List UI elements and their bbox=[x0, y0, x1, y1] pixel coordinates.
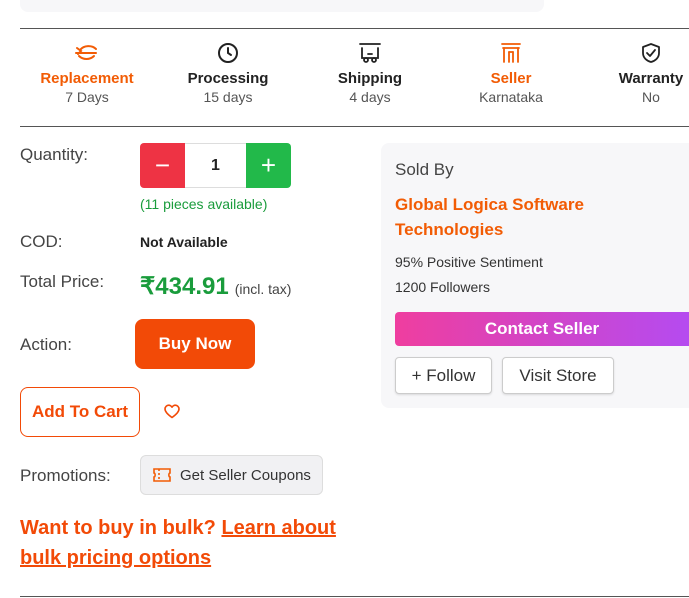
feature-title: Shipping bbox=[337, 70, 403, 87]
seller-followers: 1200 Followers bbox=[395, 279, 490, 295]
coupon-button-label: Get Seller Coupons bbox=[180, 466, 311, 484]
feature-strip: Replacement 7 Days Processing 15 days Sh… bbox=[20, 40, 689, 120]
feature-replacement: Replacement 7 Days bbox=[17, 40, 157, 105]
add-to-cart-button[interactable]: Add To Cart bbox=[20, 387, 140, 437]
increase-quantity-button[interactable]: + bbox=[246, 143, 291, 188]
heart-icon[interactable] bbox=[163, 402, 181, 420]
sold-by-label: Sold By bbox=[395, 160, 454, 179]
decrease-quantity-button[interactable]: − bbox=[140, 143, 185, 188]
cod-label: COD: bbox=[20, 232, 63, 251]
divider-bottom bbox=[20, 596, 689, 597]
feature-subtitle: 7 Days bbox=[65, 89, 109, 105]
top-panel-edge bbox=[20, 0, 544, 12]
feature-title: Processing bbox=[187, 70, 269, 87]
bulk-prefix: Want to buy in bulk? bbox=[20, 517, 222, 539]
ticket-icon bbox=[153, 468, 171, 482]
tax-note: (incl. tax) bbox=[234, 281, 292, 297]
contact-seller-button[interactable]: Contact Seller bbox=[395, 312, 689, 346]
feature-subtitle: 4 days bbox=[349, 89, 391, 105]
quantity-stepper: − 1 + bbox=[140, 143, 291, 188]
buy-now-button[interactable]: Buy Now bbox=[135, 319, 255, 369]
replacement-icon bbox=[17, 40, 157, 66]
divider-top bbox=[20, 28, 689, 29]
feature-subtitle: Karnataka bbox=[479, 89, 543, 105]
price-amount: ₹434.91 bbox=[140, 273, 229, 300]
feature-warranty: Warranty No bbox=[581, 40, 689, 105]
store-icon bbox=[441, 40, 581, 66]
shield-check-icon bbox=[581, 40, 689, 66]
truck-icon bbox=[300, 40, 440, 66]
feature-title: Replacement bbox=[40, 70, 134, 87]
divider-middle bbox=[20, 126, 689, 127]
follow-button[interactable]: + Follow bbox=[395, 357, 492, 394]
feature-subtitle: 15 days bbox=[203, 89, 253, 105]
action-label: Action: bbox=[20, 335, 72, 354]
visit-store-button[interactable]: Visit Store bbox=[502, 357, 614, 394]
seller-card: Sold By Global Logica Software Technolog… bbox=[381, 143, 689, 408]
feature-subtitle: No bbox=[642, 89, 660, 105]
feature-shipping: Shipping 4 days bbox=[300, 40, 440, 105]
feature-title: Seller bbox=[490, 70, 532, 87]
feature-processing: Processing 15 days bbox=[158, 40, 298, 105]
bulk-pricing-notice: Want to buy in bulk? Learn about bulk pr… bbox=[20, 513, 350, 573]
get-seller-coupons-button[interactable]: Get Seller Coupons bbox=[140, 455, 323, 495]
promotions-label: Promotions: bbox=[20, 466, 111, 485]
seller-name-link[interactable]: Global Logica Software Technologies bbox=[395, 192, 625, 242]
feature-title: Warranty bbox=[618, 70, 684, 87]
total-price: ₹434.91 (incl. tax) bbox=[140, 272, 291, 301]
feature-seller: Seller Karnataka bbox=[441, 40, 581, 105]
quantity-value[interactable]: 1 bbox=[185, 143, 246, 188]
clock-icon bbox=[158, 40, 298, 66]
seller-sentiment: 95% Positive Sentiment bbox=[395, 254, 543, 270]
cod-value: Not Available bbox=[140, 234, 228, 250]
quantity-label: Quantity: bbox=[20, 145, 89, 164]
total-price-label: Total Price: bbox=[20, 272, 105, 291]
pieces-available: (11 pieces available) bbox=[140, 196, 268, 212]
